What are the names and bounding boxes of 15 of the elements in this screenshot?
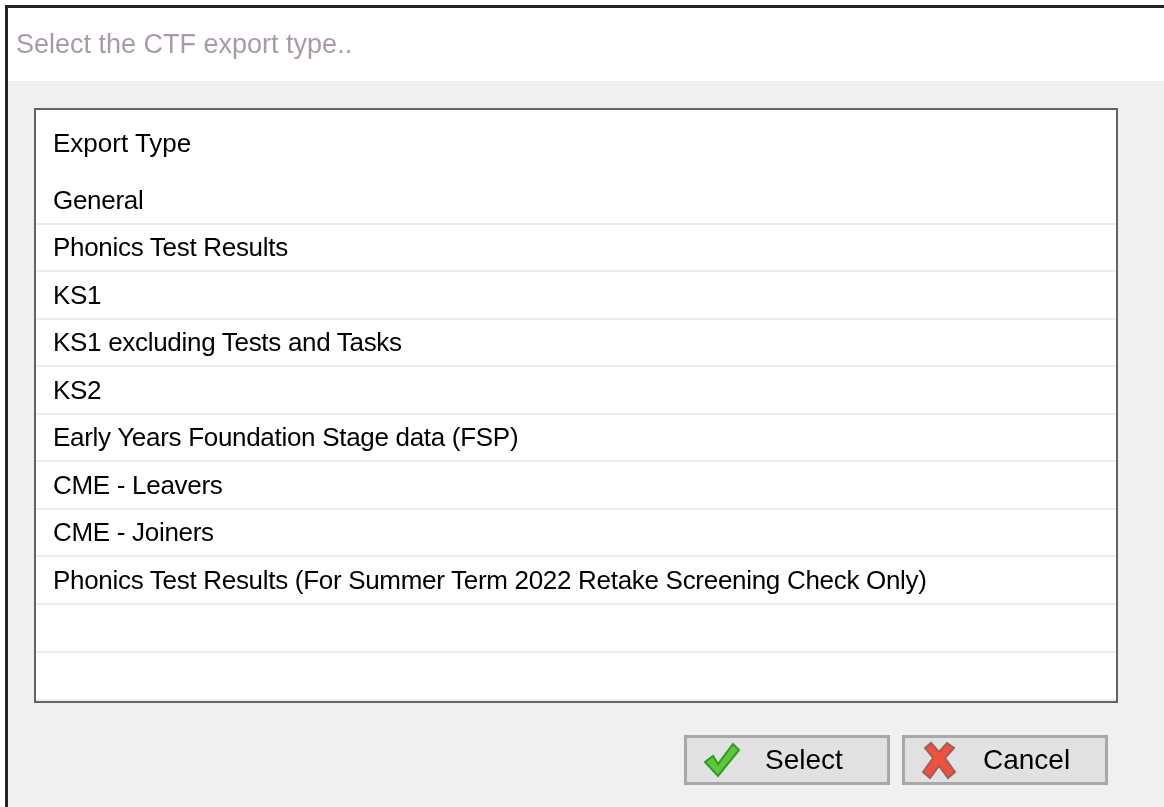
list-row[interactable]: KS1 excluding Tests and Tasks <box>36 319 1116 368</box>
list-row[interactable]: CME - Leavers <box>36 462 1116 510</box>
list-row[interactable]: General <box>36 177 1116 225</box>
window-title: Select the CTF export type.. <box>16 29 353 60</box>
list-row[interactable]: CME - Joiners <box>36 509 1116 558</box>
list-row[interactable]: Phonics Test Results (For Summer Term 2022 Retake Screening Check Only) <box>36 557 1116 605</box>
cancel-button[interactable]: Cancel <box>902 735 1108 785</box>
select-button[interactable]: Select <box>684 735 890 785</box>
list-row[interactable]: KS2 <box>36 367 1116 415</box>
close-icon <box>919 740 959 780</box>
list-row[interactable]: KS1 <box>36 272 1116 320</box>
checkmark-icon <box>701 740 741 780</box>
list-row[interactable]: Early Years Foundation Stage data (FSP) <box>36 414 1116 463</box>
column-header[interactable]: Export Type <box>53 128 192 160</box>
list-row[interactable]: Phonics Test Results <box>36 224 1116 273</box>
